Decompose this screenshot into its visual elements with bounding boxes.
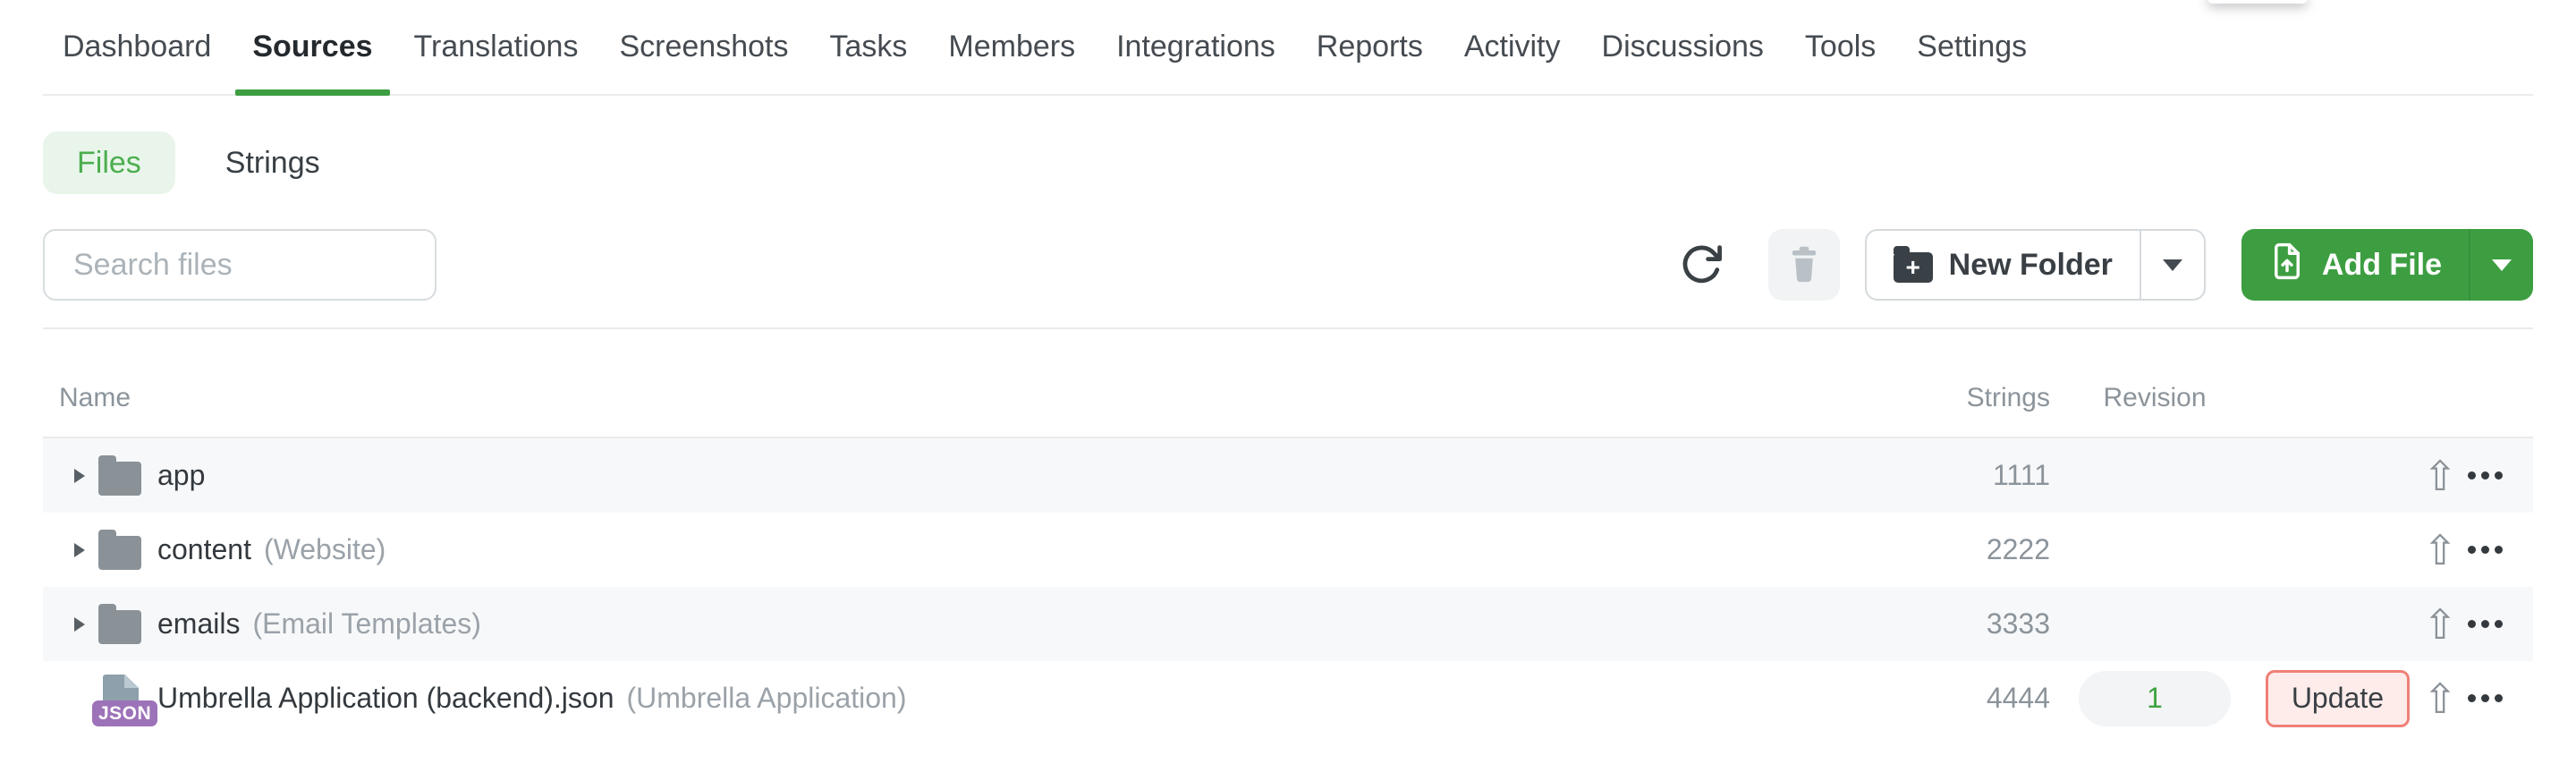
table-row-folder-app[interactable]: app 1111 ⇧ — [43, 438, 2533, 513]
revision-cell: 1 — [2050, 670, 2259, 726]
expand-caret-icon[interactable] — [64, 468, 95, 483]
folder-name[interactable]: emails — [157, 607, 240, 641]
ellipsis-icon — [2467, 471, 2476, 480]
nav-item-sources[interactable]: Sources — [232, 0, 393, 96]
tab-strings[interactable]: Strings — [225, 146, 320, 181]
tab-files[interactable]: Files — [43, 132, 175, 194]
folder-note: (Website) — [263, 533, 386, 565]
new-folder-button[interactable]: + New Folder — [1867, 231, 2140, 299]
folder-icon — [98, 454, 141, 496]
nav-item-reports[interactable]: Reports — [1296, 0, 1444, 94]
upload-arrow-icon: ⇧ — [2422, 600, 2458, 648]
new-folder-label: New Folder — [1948, 247, 2113, 282]
update-button[interactable]: Update — [2265, 669, 2410, 727]
table-row-folder-content[interactable]: content (Website) 2222 ⇧ — [43, 513, 2533, 587]
folder-note: (Email Templates) — [252, 607, 481, 640]
file-name[interactable]: Umbrella Application (backend).json — [157, 682, 614, 715]
json-badge: JSON — [92, 700, 158, 726]
row-actions: ⇧ — [2259, 597, 2533, 652]
strings-count: 3333 — [1986, 607, 2050, 640]
name-cell: emails (Email Templates) — [43, 603, 1916, 644]
more-options-button[interactable] — [2467, 597, 2503, 652]
upload-button[interactable]: ⇧ — [2422, 597, 2458, 652]
new-folder-dropdown-button[interactable] — [2139, 231, 2204, 299]
expand-caret-icon[interactable] — [64, 542, 95, 557]
column-header-strings: Strings — [1966, 383, 2050, 412]
top-edge-shadow-artifact — [2207, 0, 2308, 4]
folder-name[interactable]: app — [157, 459, 205, 492]
ellipsis-icon — [2467, 694, 2476, 702]
folder-icon — [98, 603, 141, 644]
sources-tabs: Files Strings — [43, 132, 2533, 194]
strings-count: 4444 — [1986, 682, 2050, 714]
search-input[interactable] — [43, 229, 436, 301]
json-file-icon: JSON — [92, 674, 158, 726]
add-file-button[interactable]: Add File — [2241, 229, 2469, 301]
upload-arrow-icon: ⇧ — [2422, 675, 2458, 722]
refresh-icon — [1678, 241, 1724, 290]
nav-item-members[interactable]: Members — [928, 0, 1096, 94]
folder-name[interactable]: content — [157, 533, 251, 566]
refresh-button[interactable] — [1674, 233, 1729, 297]
table-row-file-umbrella-json[interactable]: JSON Umbrella Application (backend).json… — [43, 661, 2533, 735]
column-header-name: Name — [59, 383, 131, 412]
ellipsis-icon — [2467, 546, 2476, 554]
folder-icon — [98, 529, 141, 570]
file-note: (Umbrella Application) — [626, 682, 907, 714]
add-file-dropdown-button[interactable] — [2469, 229, 2533, 301]
nav-item-discussions[interactable]: Discussions — [1581, 0, 1784, 94]
strings-count: 1111 — [1992, 459, 2050, 491]
column-header-revision: Revision — [2103, 383, 2207, 412]
nav-item-dashboard[interactable]: Dashboard — [43, 0, 232, 94]
delete-button[interactable] — [1767, 229, 1840, 301]
more-options-button[interactable] — [2467, 671, 2503, 726]
more-options-button[interactable] — [2467, 448, 2503, 504]
primary-nav: Dashboard Sources Translations Screensho… — [43, 0, 2533, 96]
sources-page: Dashboard Sources Translations Screensho… — [0, 0, 2576, 764]
name-cell: JSON Umbrella Application (backend).json… — [43, 674, 1916, 726]
nav-item-translations[interactable]: Translations — [394, 0, 599, 94]
row-actions: ⇧ — [2259, 522, 2533, 578]
upload-button[interactable]: ⇧ — [2422, 448, 2458, 504]
folder-plus-icon: + — [1893, 245, 1933, 283]
ellipsis-icon — [2467, 620, 2476, 628]
revision-badge: 1 — [2079, 670, 2231, 726]
name-cell: app — [43, 454, 1916, 496]
add-file-label: Add File — [2321, 247, 2442, 282]
upload-button[interactable]: ⇧ — [2422, 671, 2458, 726]
table-header: Name Strings Revision — [43, 329, 2533, 438]
upload-arrow-icon: ⇧ — [2422, 452, 2458, 499]
nav-item-screenshots[interactable]: Screenshots — [598, 0, 809, 94]
upload-button[interactable]: ⇧ — [2422, 522, 2458, 578]
row-actions: Update ⇧ — [2259, 669, 2533, 727]
name-cell: content (Website) — [43, 529, 1916, 570]
nav-item-activity[interactable]: Activity — [1444, 0, 1581, 94]
expand-caret-icon[interactable] — [64, 616, 95, 632]
new-folder-split-button: + New Folder — [1864, 229, 2206, 301]
nav-item-integrations[interactable]: Integrations — [1096, 0, 1296, 94]
chevron-down-icon — [2162, 259, 2182, 271]
chevron-down-icon — [2492, 259, 2512, 271]
add-file-split-button: Add File — [2241, 229, 2533, 301]
upload-arrow-icon: ⇧ — [2422, 526, 2458, 573]
toolbar-actions: + New Folder Add File — [1674, 229, 2533, 301]
table-row-folder-emails[interactable]: emails (Email Templates) 3333 ⇧ — [43, 587, 2533, 661]
nav-item-settings[interactable]: Settings — [1896, 0, 2047, 94]
nav-item-tasks[interactable]: Tasks — [809, 0, 928, 94]
files-toolbar: + New Folder — [43, 229, 2533, 301]
row-actions: ⇧ — [2259, 448, 2533, 504]
file-upload-icon — [2268, 241, 2306, 290]
nav-item-tools[interactable]: Tools — [1784, 0, 1896, 94]
files-table: Name Strings Revision app 1111 ⇧ content… — [43, 329, 2533, 735]
strings-count: 2222 — [1986, 533, 2050, 565]
more-options-button[interactable] — [2467, 522, 2503, 578]
trash-icon — [1788, 245, 1820, 285]
